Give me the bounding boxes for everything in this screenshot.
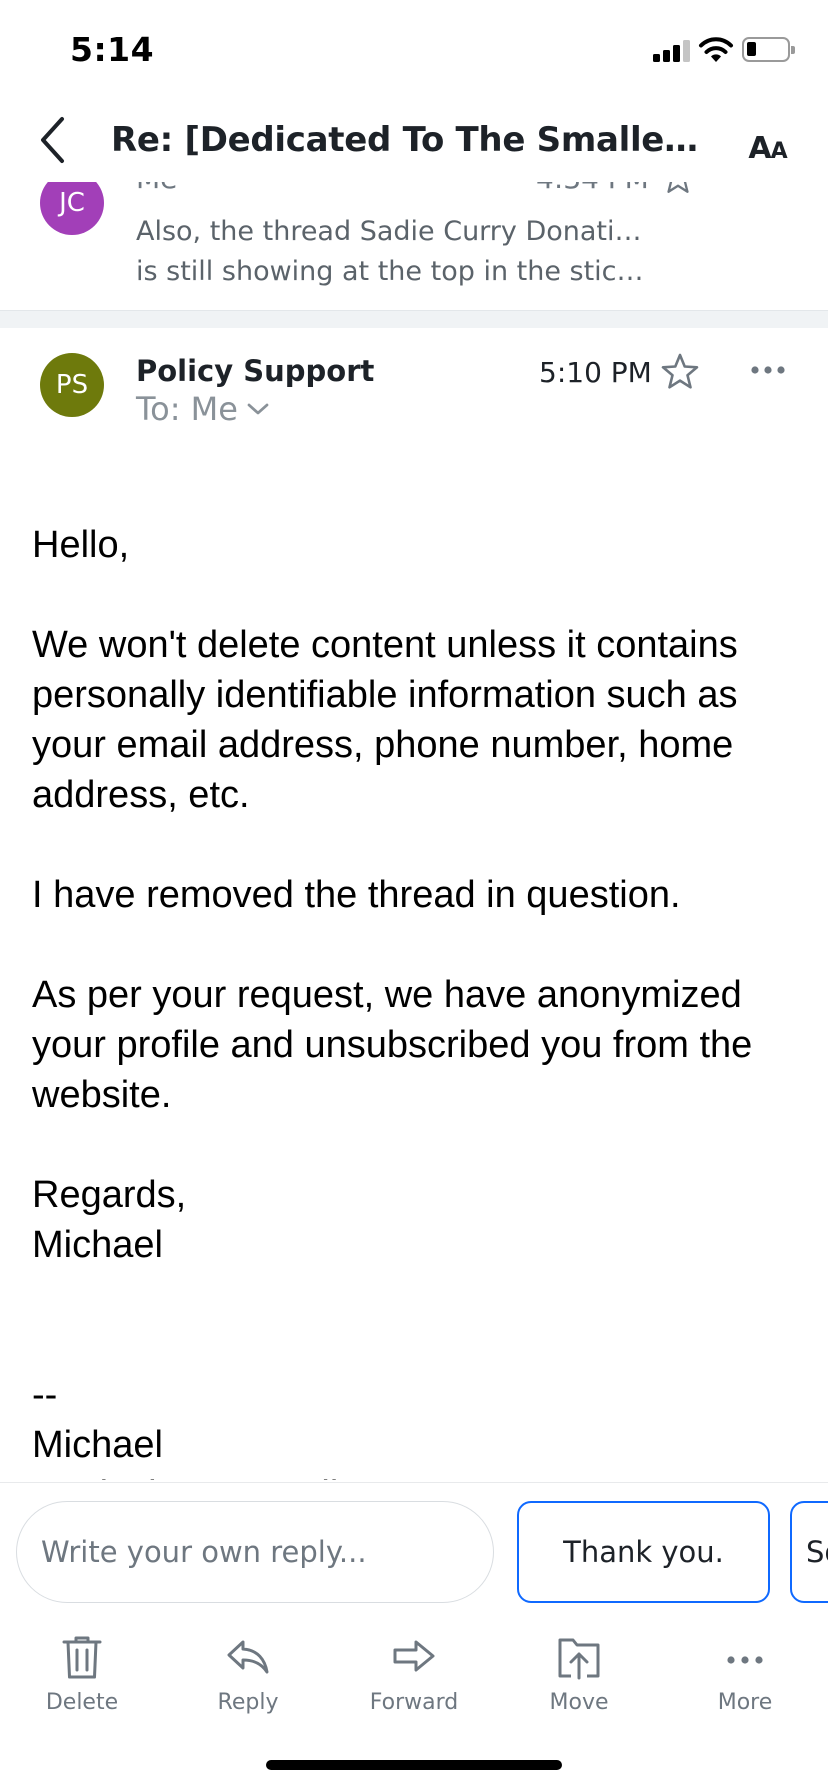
sender-name[interactable]: Policy Support: [136, 354, 374, 388]
recipient-label: To: Me: [136, 390, 238, 428]
snippet-line: is still showing at the top in the stick…: [136, 256, 656, 287]
reply-bar: Write your own reply... Thank you. Sound…: [0, 1482, 828, 1610]
reply-label: Reply: [217, 1690, 279, 1715]
status-bar: 5:14: [0, 0, 828, 100]
recipient-toggle[interactable]: To: Me: [136, 390, 270, 428]
closing-name: Michael: [32, 1224, 163, 1266]
more-label: More: [717, 1690, 773, 1715]
previous-message-snippet: Also, the thread Sadie Curry Donations i…: [136, 212, 656, 292]
signature-name: Michael: [32, 1424, 163, 1466]
greeting: Hello,: [32, 524, 130, 566]
chevron-down-icon: [247, 403, 269, 415]
trash-icon: [62, 1636, 102, 1679]
quick-reply-button[interactable]: Sounds good.: [790, 1501, 828, 1603]
reply-placeholder: Write your own reply...: [41, 1535, 367, 1569]
back-button[interactable]: [24, 108, 80, 172]
quick-reply-button[interactable]: Thank you.: [517, 1501, 770, 1603]
avatar: PS: [40, 353, 104, 417]
forward-label: Forward: [369, 1690, 459, 1715]
previous-message[interactable]: JC Me 4:34 PM Also, the thread Sadie Cur…: [0, 170, 828, 310]
text-size-icon: AA: [748, 131, 788, 166]
signature-org: VerticalScope Policy Support: [32, 1470, 802, 1480]
snippet-line: Also, the thread Sadie Curry Donations: [136, 216, 656, 247]
body-paragraph: As per your request, we have anonymized …: [32, 974, 753, 1116]
signature-dashes: --: [32, 1374, 58, 1416]
reply-button[interactable]: Reply: [183, 1634, 313, 1715]
closing: Regards,: [32, 1174, 187, 1216]
move-label: Move: [549, 1690, 609, 1715]
body-paragraph: I have removed the thread in question.: [32, 874, 681, 916]
move-button[interactable]: Move: [514, 1634, 644, 1715]
status-time: 5:14: [70, 30, 155, 69]
wifi-icon: [699, 37, 733, 62]
reply-input[interactable]: Write your own reply...: [16, 1501, 494, 1603]
message-body: Hello, We won't delete content unless it…: [32, 520, 802, 1480]
message-time: 5:10 PM: [539, 356, 652, 389]
message-divider: [0, 310, 828, 328]
more-dots-icon: [727, 1656, 763, 1664]
star-icon[interactable]: [660, 352, 700, 392]
body-paragraph: We won't delete content unless it contai…: [32, 624, 738, 816]
cellular-signal-icon: [653, 40, 693, 62]
email-subject: Re: [Dedicated To The Smallest Of...: [111, 120, 699, 160]
home-indicator[interactable]: [266, 1760, 562, 1770]
delete-label: Delete: [45, 1690, 119, 1715]
delete-button[interactable]: Delete: [17, 1634, 147, 1715]
text-size-button[interactable]: AA: [736, 114, 800, 164]
more-dots-icon[interactable]: [748, 358, 788, 382]
more-button[interactable]: More: [680, 1634, 810, 1715]
forward-button[interactable]: Forward: [349, 1634, 479, 1715]
battery-icon: [742, 37, 795, 62]
move-folder-icon: [558, 1638, 600, 1680]
back-chevron-icon: [41, 117, 64, 163]
forward-icon: [393, 1640, 435, 1672]
reply-icon: [227, 1640, 269, 1674]
email-header: Re: [Dedicated To The Smallest Of... AA: [0, 100, 828, 182]
bottom-toolbar: Delete Reply Forward Move More: [0, 1612, 828, 1722]
